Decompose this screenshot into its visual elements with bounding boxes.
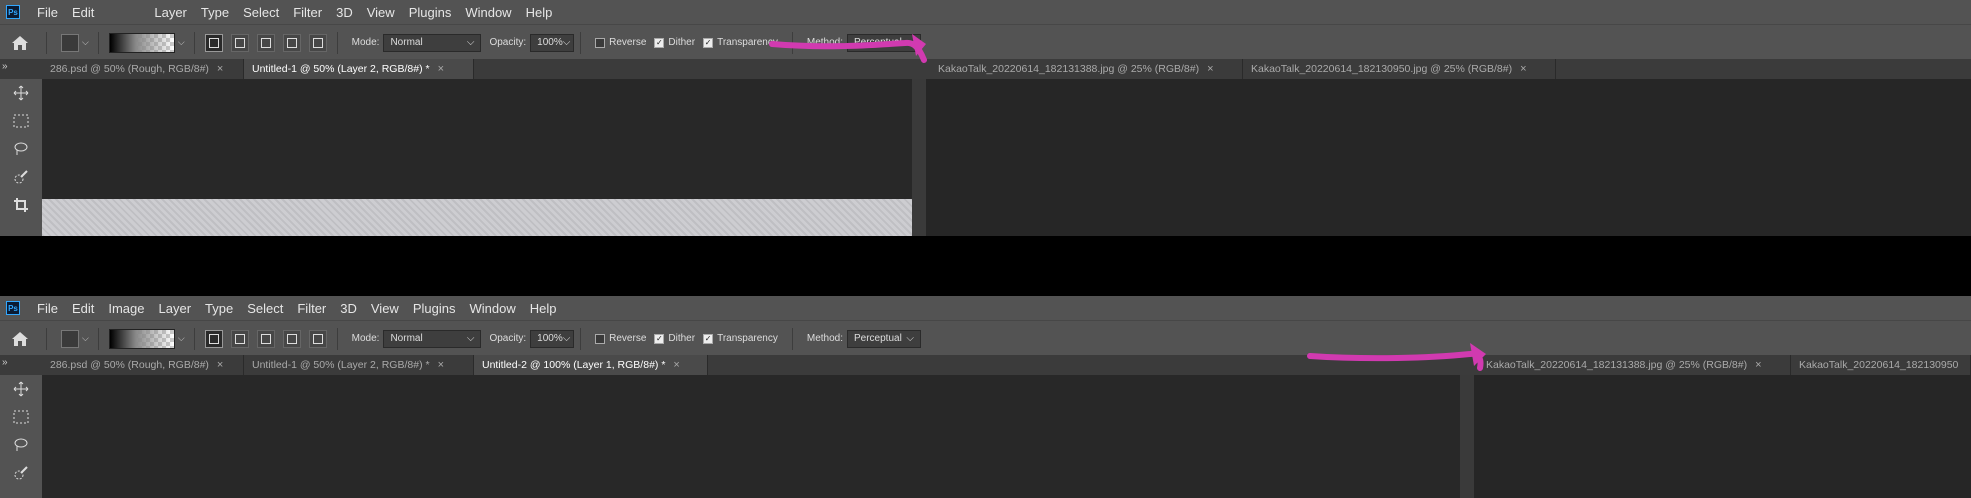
bottom-screenshot: Ps File Edit Image Layer Type Select Fil… (0, 296, 1971, 498)
annotation-arrow (1307, 343, 1486, 371)
annotation-arrow (769, 34, 927, 63)
top-screenshot: Ps File Edit Layer Type Select Filter 3D… (0, 0, 1971, 236)
